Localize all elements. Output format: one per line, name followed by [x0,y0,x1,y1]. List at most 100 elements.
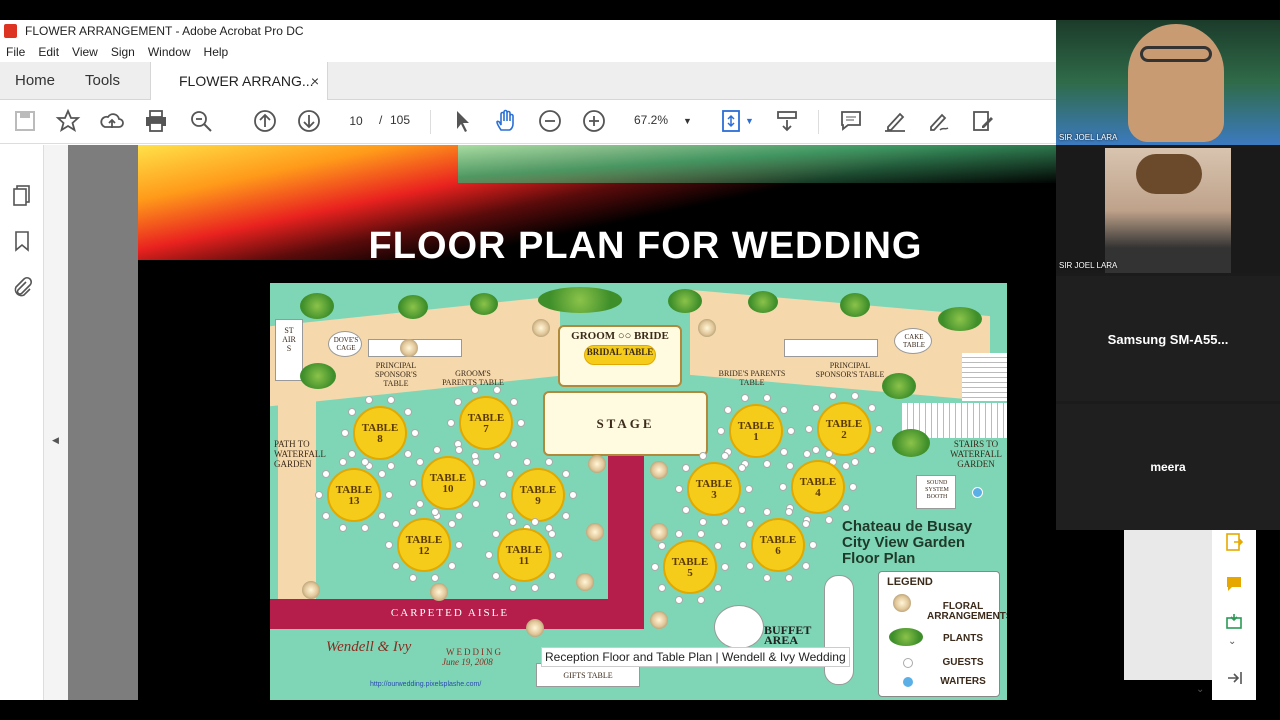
table-7: TABLE 7 [459,396,513,450]
pages-icon[interactable] [10,183,34,207]
floral-arrangement [698,319,716,337]
bride-label: BRIDE [633,330,669,342]
guest-seat [433,445,442,454]
table-number: 12 [418,545,430,557]
menu-view[interactable]: View [72,45,98,59]
zoom-level-select[interactable]: 67.2% [634,113,668,127]
sponsor-label-left: PRINCIPAL SPONSOR'S TABLE [375,361,417,388]
collapse-pane-icon[interactable] [1224,668,1244,688]
glasses [1140,46,1212,62]
zoom-in-icon[interactable] [581,108,607,134]
export-pdf-icon[interactable] [1224,532,1244,552]
guest-seat [784,507,793,516]
save-icon[interactable] [12,108,38,134]
guest-seat [472,458,481,467]
scroll-mode-icon[interactable] [774,108,800,134]
guest-seat [802,561,811,570]
star-icon[interactable] [55,108,81,134]
select-arrow-icon[interactable] [449,108,475,134]
table-10: TABLE 10 [421,456,475,510]
buffet-label: BUFFET AREA [764,623,812,647]
guest-seat [544,457,553,466]
chevron-down-icon[interactable]: ▼ [683,116,692,126]
guest-seat [391,561,400,570]
fit-dropdown-icon[interactable]: ▼ [745,116,754,126]
pane-collapse-gutter[interactable]: ◀ [44,145,68,700]
guest-seat [681,464,690,473]
collapse-arrow-icon[interactable]: ◀ [52,435,59,446]
plant [538,287,622,313]
guest-seat [453,398,462,407]
sign-icon[interactable] [926,108,952,134]
participant-tile[interactable]: SIR JOEL LARA [1056,148,1280,273]
guest-seat [739,541,747,549]
guest-seat [850,458,859,467]
tab-home[interactable]: Home [15,62,55,100]
tab-document[interactable]: FLOWER ARRANG... × [150,62,328,101]
waiter-marker [972,487,983,498]
menu-file[interactable]: File [6,45,25,59]
slide-streak [458,145,1056,183]
close-tab-icon[interactable]: × [311,62,319,100]
guest-seat [321,470,330,479]
more-tools-chevron-icon[interactable]: ⌄ [1228,636,1236,647]
guest-seat [842,462,851,471]
guest-seat [763,507,772,516]
guest-seat [714,583,723,592]
edit-pdf-icon[interactable] [970,108,996,134]
guest-seat [562,511,571,520]
attachment-icon[interactable] [10,275,34,299]
floral-arrangement [650,523,668,541]
tab-tools[interactable]: Tools [85,62,120,100]
guest-seat [447,419,455,427]
guest-seat [523,457,532,466]
legend-plants: PLANTS [943,633,983,644]
page-up-icon[interactable] [252,108,278,134]
plant [840,293,870,317]
menu-edit[interactable]: Edit [38,45,59,59]
floral-arrangement [650,461,668,479]
tools-rail: ⌄ [1212,528,1256,700]
scroll-down-icon[interactable]: ⌄ [1196,684,1204,695]
table-number: 7 [483,423,489,435]
bookmark-icon[interactable] [10,229,34,253]
doves-cage: DOVE'S CAGE [328,331,362,357]
guest-seat [430,507,439,516]
menu-window[interactable]: Window [148,45,191,59]
guest-seat [409,574,418,583]
brides-parents-label: BRIDE'S PARENTS TABLE [718,369,786,387]
hand-tool-icon[interactable] [493,108,519,134]
highlight-pen-icon[interactable] [882,108,908,134]
compress-icon[interactable] [1224,612,1244,632]
print-icon[interactable] [143,108,169,134]
fit-page-icon[interactable] [718,108,744,134]
zoom-out-icon[interactable] [537,108,563,134]
guest-seat [784,574,793,583]
floral-arrangement [526,619,544,637]
floral-arrangement [588,455,606,473]
guest-seat [762,460,771,469]
right-stairs [962,353,1007,401]
table-4: TABLE 4 [791,460,845,514]
path-label: PATH TO WATERFALL GARDEN [274,439,326,469]
guest-seat [803,449,812,458]
participant-tile[interactable]: meera [1056,404,1280,530]
participant-tile[interactable]: SIR JOEL LARA [1056,20,1280,145]
menu-help[interactable]: Help [204,45,229,59]
bridal-table-label: BRIDAL TABLE [586,347,654,357]
page-number-input[interactable]: 10 [336,113,376,129]
guest-seat [492,385,501,394]
document-viewer[interactable]: FLOOR PLAN FOR WEDDING STAIRS GROOM ○○ B… [68,145,1056,700]
legend-floral: FLORAL ARRANGEMENTS [927,601,1007,622]
comment-tool-icon[interactable] [1224,574,1244,594]
participant-tile[interactable]: Samsung SM-A55... [1056,276,1280,401]
guest-seat [850,391,859,400]
wedding-url: http://ourwedding.pixelsplashe.com/ [370,681,482,688]
page-down-icon[interactable] [296,108,322,134]
page-separator: / [379,113,383,127]
zoom-search-icon[interactable] [188,108,214,134]
comment-icon[interactable] [838,108,864,134]
guest-seat [339,457,348,466]
menu-sign[interactable]: Sign [111,45,135,59]
cloud-upload-icon[interactable] [99,108,125,134]
